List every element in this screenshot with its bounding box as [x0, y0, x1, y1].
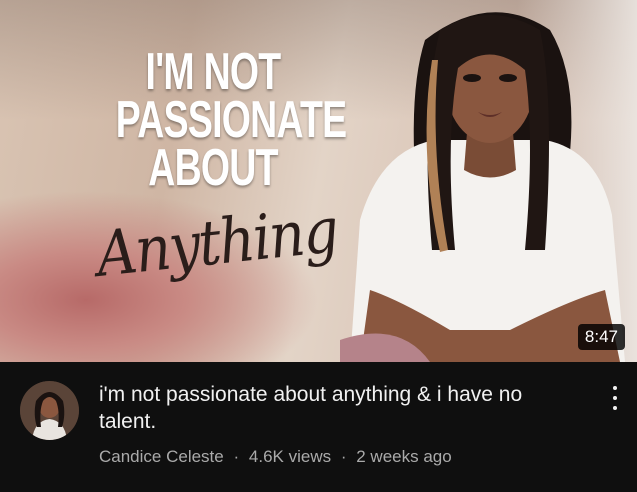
channel-avatar[interactable] [20, 381, 79, 440]
thumbnail-person-image [340, 12, 625, 362]
more-dot [613, 396, 617, 400]
thumbnail-headline: I'M NOT PASSIONATE ABOUT [78, 43, 348, 197]
more-vertical-icon[interactable] [603, 383, 627, 413]
meta-separator: · [233, 447, 240, 466]
headline-line: I'M NOT [145, 43, 282, 101]
video-card[interactable]: I'M NOT PASSIONATE ABOUT Anything 8:47 i… [0, 0, 637, 492]
upload-age: 2 weeks ago [356, 447, 452, 466]
avatar-image [20, 381, 79, 440]
more-dot [613, 406, 617, 410]
duration-badge: 8:47 [577, 324, 625, 350]
video-thumbnail[interactable]: I'M NOT PASSIONATE ABOUT Anything 8:47 [0, 0, 637, 362]
view-count: 4.6K views [248, 447, 332, 466]
video-metadata: Candice Celeste · 4.6K views · 2 weeks a… [99, 447, 452, 467]
meta-separator: · [340, 447, 347, 466]
channel-name[interactable]: Candice Celeste [99, 447, 224, 467]
headline-line: PASSIONATE [115, 91, 347, 149]
video-title[interactable]: i'm not passionate about anything & i ha… [99, 381, 569, 435]
headline-line: ABOUT [148, 139, 278, 197]
more-dot [613, 386, 617, 390]
